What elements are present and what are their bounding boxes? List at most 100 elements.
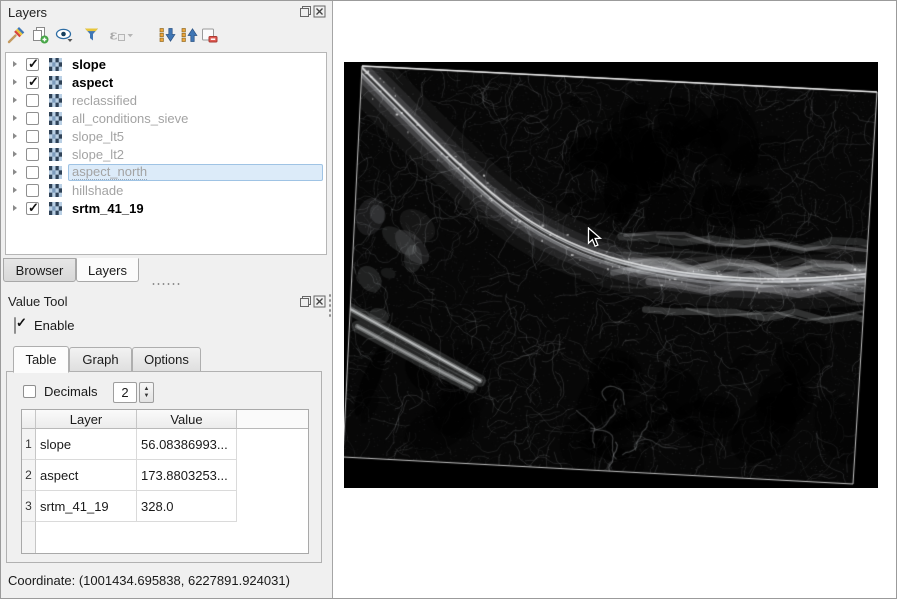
expand-arrow-icon[interactable] xyxy=(13,61,17,67)
collapse-all-button[interactable] xyxy=(178,25,200,47)
layer-label: reclassified xyxy=(72,93,137,108)
expand-arrow-icon[interactable] xyxy=(13,79,17,85)
expand-arrow-icon[interactable] xyxy=(13,115,17,121)
layer-checkbox[interactable] xyxy=(26,76,39,89)
raster-layer-icon xyxy=(49,76,62,89)
spinner-up-button[interactable]: ▲ xyxy=(144,386,150,393)
raster-layer-icon xyxy=(49,130,62,143)
decimals-label: Decimals xyxy=(44,384,97,399)
coordinate-status: Coordinate: (1001434.695838, 6227891.924… xyxy=(8,573,290,588)
expand-arrow-icon[interactable] xyxy=(13,97,17,103)
value-table-grid: LayerValue1slope56.08386993...2aspect173… xyxy=(22,410,308,553)
layer-row[interactable]: slope xyxy=(6,55,326,73)
layer-checkbox[interactable] xyxy=(26,112,39,125)
layer-checkbox[interactable] xyxy=(26,166,39,179)
expand-arrow-icon[interactable] xyxy=(13,169,17,175)
layer-label: hillshade xyxy=(72,183,123,198)
filter-expression-icon: ε xyxy=(108,26,134,47)
layer-cell: srtm_41_19 xyxy=(36,491,137,522)
panel-splitter-handle[interactable] xyxy=(151,282,181,286)
layer-row[interactable]: aspect xyxy=(6,73,326,91)
decimals-spinner-value[interactable]: 2 xyxy=(113,382,137,403)
filter-legend-button[interactable] xyxy=(81,25,103,47)
float-panel-button[interactable] xyxy=(299,295,312,308)
tab-options[interactable]: Options xyxy=(132,347,201,372)
expand-all-icon xyxy=(158,26,176,47)
add-group-button[interactable] xyxy=(29,25,51,47)
raster-layer-icon xyxy=(49,166,62,179)
manage-map-themes-button[interactable] xyxy=(54,25,76,47)
table-corner-cell xyxy=(22,410,36,429)
layer-styling-button[interactable] xyxy=(5,25,27,47)
row-number-cell: 2 xyxy=(22,460,36,491)
decimals-spinner-buttons: ▲ ▼ xyxy=(139,382,154,403)
dock-tab-browser[interactable]: Browser xyxy=(3,258,76,282)
enable-checkbox[interactable] xyxy=(14,317,16,334)
close-icon xyxy=(313,295,326,308)
raster-layer-icon xyxy=(49,58,62,71)
layer-row[interactable]: hillshade xyxy=(6,181,326,199)
remove-layer-button[interactable] xyxy=(198,25,220,47)
layer-row[interactable]: slope_lt2 xyxy=(6,145,326,163)
layer-row[interactable]: reclassified xyxy=(6,91,326,109)
float-panel-button[interactable] xyxy=(299,5,312,18)
svg-text:ε: ε xyxy=(110,28,118,43)
layers-panel-title: Layers xyxy=(8,5,47,20)
raster-image[interactable] xyxy=(344,62,878,488)
raster-layer-icon xyxy=(49,184,62,197)
decimals-checkbox[interactable] xyxy=(23,385,36,398)
dock-tab-layers[interactable]: Layers xyxy=(76,258,139,282)
layer-label-area: aspect xyxy=(68,74,323,91)
layer-checkbox[interactable] xyxy=(26,184,39,197)
tab-graph[interactable]: Graph xyxy=(69,347,132,372)
layer-checkbox[interactable] xyxy=(26,202,39,215)
layer-label: aspect xyxy=(72,75,113,90)
layer-row[interactable]: slope_lt5 xyxy=(6,127,326,145)
layer-label-area: aspect_north xyxy=(68,164,323,181)
decimals-spinner[interactable]: 2 ▲ ▼ xyxy=(113,382,154,403)
spinner-down-button[interactable]: ▼ xyxy=(144,393,150,400)
filler-cell xyxy=(237,491,308,522)
filler-cell xyxy=(36,522,308,553)
layer-label: slope xyxy=(72,57,106,72)
expand-all-button[interactable] xyxy=(156,25,178,47)
layer-checkbox[interactable] xyxy=(26,148,39,161)
close-panel-button[interactable] xyxy=(313,5,326,18)
enable-label: Enable xyxy=(34,318,74,333)
raster-layer-icon xyxy=(49,94,62,107)
layer-label-area: hillshade xyxy=(68,182,323,199)
value-cell: 173.8803253... xyxy=(137,460,237,491)
layer-label: aspect_north xyxy=(72,164,147,180)
raster-layer-icon xyxy=(49,202,62,215)
layer-checkbox[interactable] xyxy=(26,130,39,143)
expand-arrow-icon[interactable] xyxy=(13,205,17,211)
layer-checkbox[interactable] xyxy=(26,58,39,71)
tab-table[interactable]: Table xyxy=(13,346,69,373)
filter-expression-button: ε xyxy=(107,25,135,47)
filler-cell xyxy=(237,460,308,491)
column-header-value[interactable]: Value xyxy=(137,410,237,429)
row-number-cell: 1 xyxy=(22,429,36,460)
value-cell: 328.0 xyxy=(137,491,237,522)
raster-layer-icon xyxy=(49,148,62,161)
layer-row[interactable]: aspect_north xyxy=(6,163,326,181)
layer-label: slope_lt2 xyxy=(72,147,124,162)
add-group-icon xyxy=(31,26,49,47)
layer-cell: aspect xyxy=(36,460,137,491)
expand-arrow-icon[interactable] xyxy=(13,133,17,139)
value-table: LayerValue1slope56.08386993...2aspect173… xyxy=(21,409,309,554)
close-panel-button[interactable] xyxy=(313,295,326,308)
value-cell: 56.08386993... xyxy=(137,429,237,460)
mouse-cursor-icon xyxy=(587,227,603,249)
layer-row[interactable]: srtm_41_19 xyxy=(6,199,326,217)
value-tool-pane: Decimals 2 ▲ ▼ LayerValue1slope56.083869… xyxy=(6,371,322,563)
layer-row[interactable]: all_conditions_sieve xyxy=(6,109,326,127)
filler-cell xyxy=(237,429,308,460)
raster-layer-icon xyxy=(49,112,62,125)
column-header-layer[interactable]: Layer xyxy=(36,410,137,429)
expand-arrow-icon[interactable] xyxy=(13,187,17,193)
layer-checkbox[interactable] xyxy=(26,94,39,107)
map-themes-icon xyxy=(55,26,75,47)
expand-arrow-icon[interactable] xyxy=(13,151,17,157)
layer-label: srtm_41_19 xyxy=(72,201,144,216)
